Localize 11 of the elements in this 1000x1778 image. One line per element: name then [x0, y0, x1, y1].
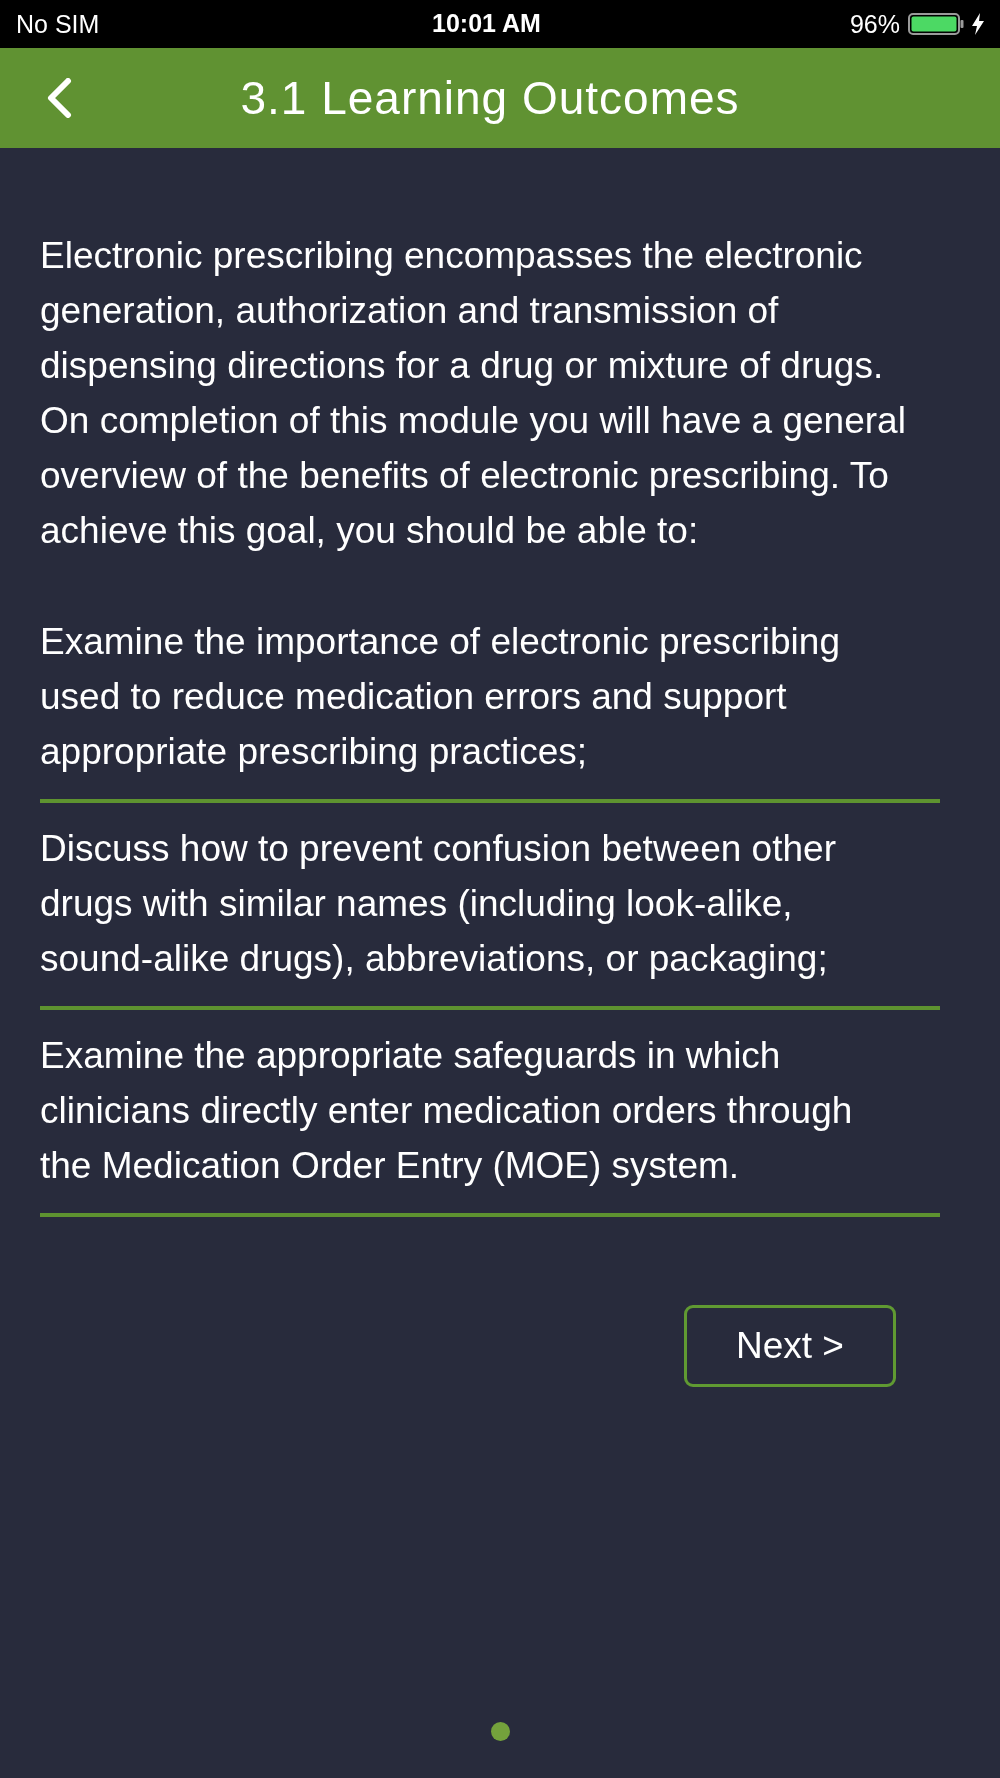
outcome-text: Examine the importance of electronic prescribing used to reduce medication errors and support appropriate prescribing practices;	[40, 620, 841, 774]
charging-bolt-icon	[972, 13, 984, 35]
outcome-text: Examine the appropriate safeguards in which clinicians directly enter medication orders through the Medication Order Entry (MOE) system.	[40, 1034, 854, 1188]
carrier-text: No SIM	[16, 11, 100, 37]
clock-text: 10:01 AM	[432, 11, 541, 36]
intro-paragraph: Electronic prescribing encompasses the electronic generation, authorization and transmission of dispensing directions for a drug or mixture of drugs. On completion of this module you will have a general overview of the benefits of electronic prescribing. To achieve this goal, you should be able to:	[40, 234, 907, 553]
next-button[interactable]: Next >	[684, 1305, 896, 1387]
battery-percent: 96%	[849, 11, 900, 37]
outcome-text: Discuss how to prevent confusion between other drugs with similar names (including look-alike, sound-alike drugs), abbreviations, or packaging;	[40, 827, 837, 981]
battery-icon	[908, 13, 964, 35]
back-chevron-icon	[46, 78, 72, 118]
